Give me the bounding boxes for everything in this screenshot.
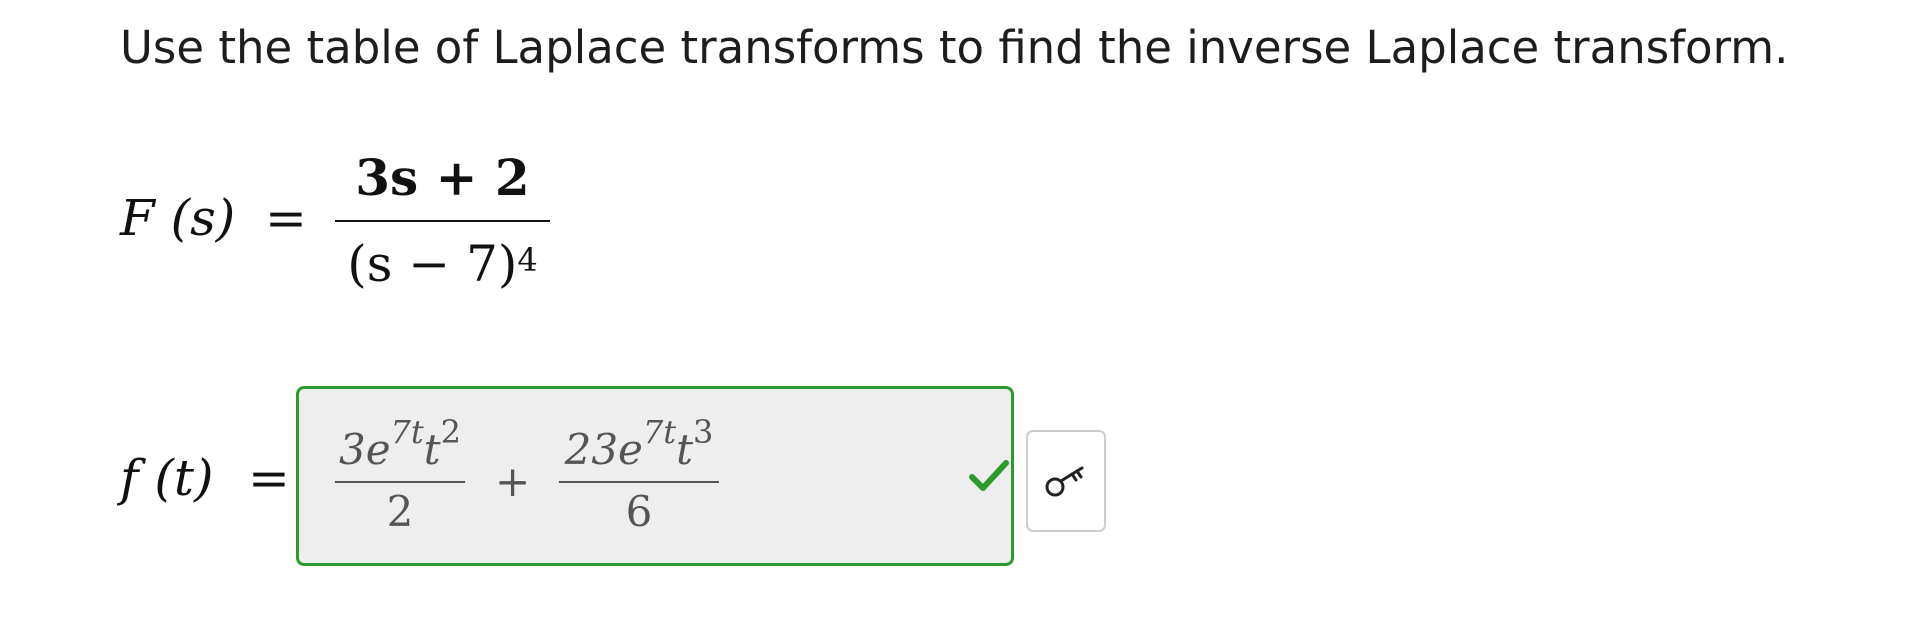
term-2-bar [559, 481, 719, 483]
denominator-exponent: 4 [517, 241, 538, 279]
answer-term-1: 3e7tt2 2 [335, 411, 465, 551]
key-icon [1045, 466, 1084, 497]
term-2-power: 3 [693, 413, 714, 451]
question-instruction: Use the table of Laplace transforms to f… [120, 21, 1789, 74]
term-1-denominator: 2 [386, 487, 414, 536]
given-lhs: F (s) [120, 189, 236, 247]
denominator-base: (s − 7) [347, 235, 518, 293]
term-1-exponent: 7t [390, 413, 424, 451]
given-fraction: 3s + 2 (s − 7)4 [335, 148, 550, 308]
term-2-coefficient: 23e [564, 425, 643, 474]
answer-equals: = [248, 449, 290, 507]
term-1-numerator: 3e7tt2 [335, 413, 465, 475]
answer-key-button[interactable] [1026, 430, 1106, 532]
term-1-power: 2 [440, 413, 462, 451]
given-denominator: (s − 7)4 [335, 234, 550, 294]
given-equation: F (s) = 3s + 2 (s − 7)4 [120, 148, 720, 308]
answer-term-2: 23e7tt3 6 [559, 411, 719, 551]
answer-lhs: f (t) [120, 449, 214, 507]
term-1-coefficient: 3e [338, 425, 391, 474]
term-2-numerator: 23e7tt3 [559, 413, 719, 475]
term-1-variable: t [423, 425, 441, 474]
term-2-exponent: 7t [642, 413, 677, 451]
term-1-bar [335, 481, 465, 483]
fraction-bar [335, 220, 550, 222]
answer-operator: + [495, 457, 531, 506]
given-equals: = [265, 189, 307, 247]
term-2-variable: t [676, 425, 694, 474]
answer-input[interactable]: 3e7tt2 2 + 23e7tt3 6 [296, 386, 1014, 566]
check-icon [969, 460, 1009, 491]
given-numerator: 3s + 2 [355, 148, 530, 207]
term-2-denominator: 6 [625, 487, 653, 536]
